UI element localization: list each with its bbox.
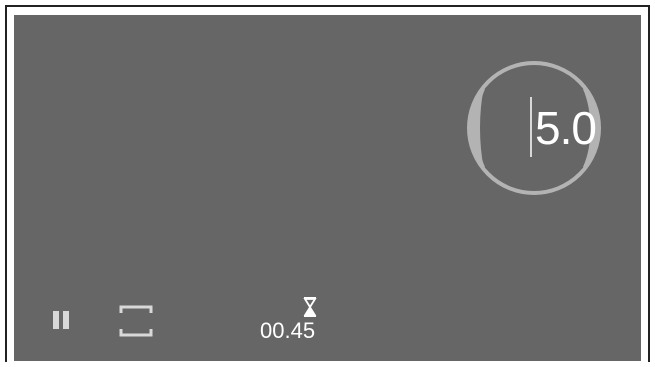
control-screen: 5.0 00.45 (14, 15, 641, 361)
pause-icon (53, 311, 59, 329)
pause-button[interactable] (53, 311, 73, 333)
frame-corners-icon (119, 305, 153, 337)
hourglass-icon (302, 297, 318, 317)
pause-icon-bar (63, 311, 69, 329)
timer-value: 00.45 (260, 318, 316, 343)
timer-display[interactable]: 00.45 (260, 297, 330, 347)
frame-button[interactable] (119, 305, 153, 337)
power-level-value: 5.0 (535, 102, 597, 154)
